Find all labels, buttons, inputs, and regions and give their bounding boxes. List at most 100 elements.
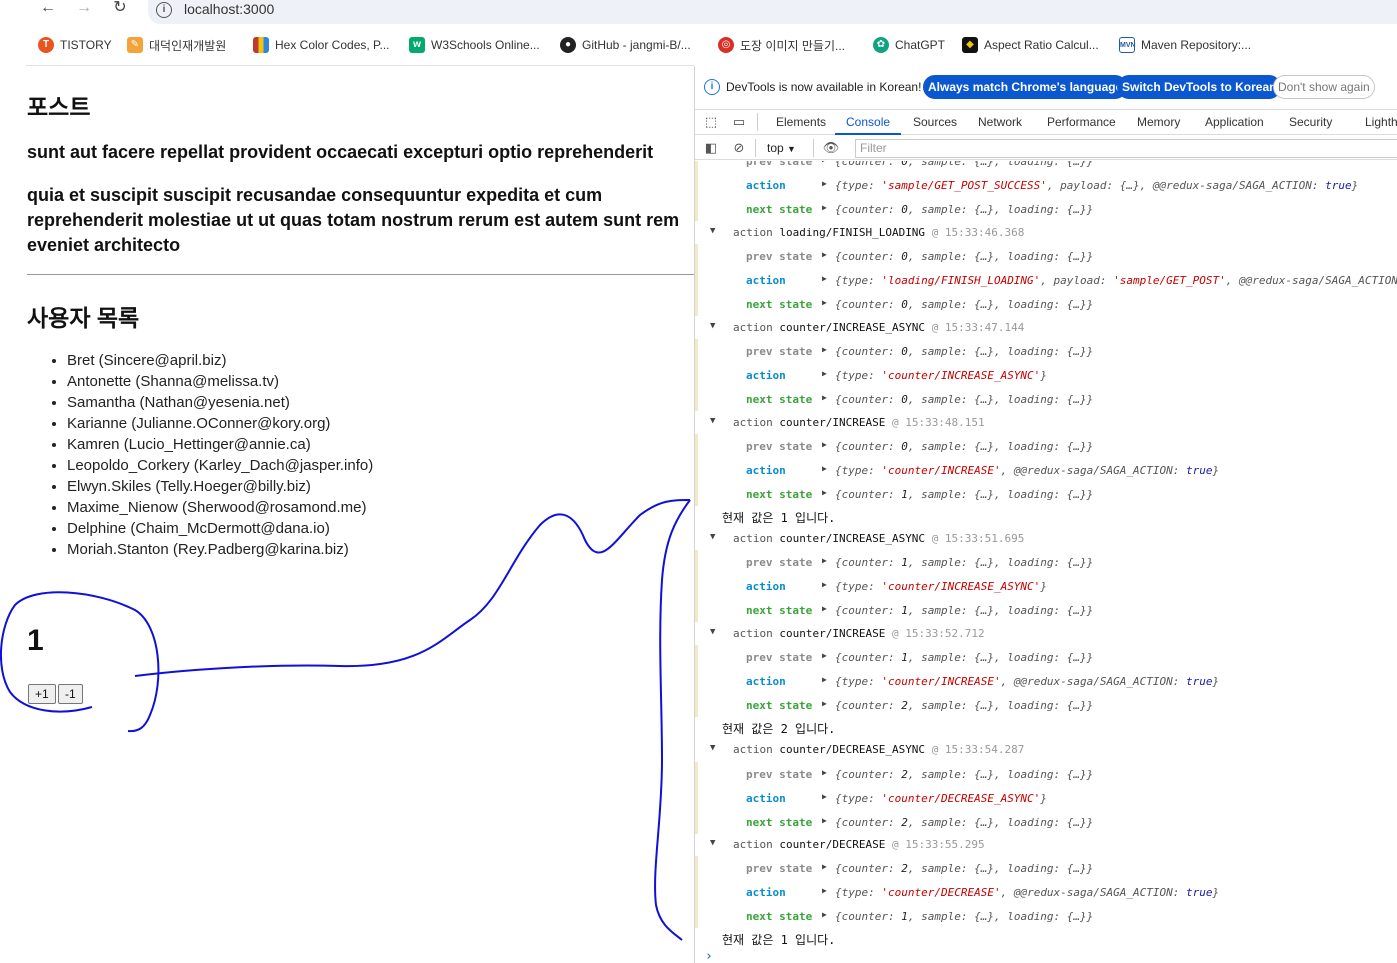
expand-triangle-icon[interactable]: ▶ xyxy=(822,203,827,212)
caret-down-icon[interactable]: ▼ xyxy=(710,743,715,753)
state-object[interactable]: {counter: 0, sample: {…}, loading: {…}} xyxy=(835,203,1093,216)
bookmark-tistory[interactable]: T TISTORY xyxy=(38,36,112,54)
console-group-header[interactable]: ▼ action counter/INCREASE_ASYNC @ 15:33:… xyxy=(695,316,1397,339)
expand-triangle-icon[interactable]: ▶ xyxy=(822,699,827,708)
expand-triangle-icon[interactable]: ▶ xyxy=(822,298,827,307)
address-bar[interactable]: i localhost:3000 xyxy=(148,0,1397,24)
expand-triangle-icon[interactable]: ▶ xyxy=(822,886,827,895)
state-object[interactable]: {counter: 2, sample: {…}, loading: {…}} xyxy=(835,862,1093,875)
state-object[interactable]: {counter: 1, sample: {…}, loading: {…}} xyxy=(835,488,1093,501)
bookmark-github[interactable]: ● GitHub - jangmi-B/... xyxy=(560,36,691,54)
increase-button[interactable]: +1 xyxy=(28,684,56,704)
bookmark-daedeok[interactable]: ✎ 대덕인재개발원 xyxy=(127,36,226,54)
action-object[interactable]: {type: 'sample/GET_POST_SUCCESS', payloa… xyxy=(835,179,1358,192)
console-filter-input[interactable]: Filter xyxy=(855,139,1397,158)
device-toolbar-icon[interactable]: ▭ xyxy=(731,115,747,129)
console-group-header[interactable]: ▼ action counter/INCREASE @ 15:33:52.712 xyxy=(695,622,1397,645)
action-object[interactable]: {type: 'counter/DECREASE', @@redux-saga/… xyxy=(835,886,1219,899)
state-object[interactable]: {counter: 0, sample: {…}, loading: {…}} xyxy=(835,393,1093,406)
caret-down-icon[interactable]: ▼ xyxy=(710,532,715,542)
console-group-header[interactable]: ▼ action counter/INCREASE_ASYNC @ 15:33:… xyxy=(695,527,1397,550)
bookmark-stamp[interactable]: ◎ 도장 이미지 만들기... xyxy=(718,36,845,54)
action-object[interactable]: {type: 'counter/INCREASE', @@redux-saga/… xyxy=(835,464,1219,477)
expand-triangle-icon[interactable]: ▶ xyxy=(822,651,827,660)
context-selector[interactable]: top ▼ xyxy=(767,141,796,155)
expand-triangle-icon[interactable]: ▶ xyxy=(822,345,827,354)
inspect-element-icon[interactable]: ⬚ xyxy=(703,115,719,129)
state-object[interactable]: {counter: 1, sample: {…}, loading: {…}} xyxy=(835,556,1093,569)
state-object[interactable]: {counter: 0, sample: {…}, loading: {…}} xyxy=(835,161,1093,168)
tab-sources[interactable]: Sources xyxy=(913,115,957,129)
tab-network[interactable]: Network xyxy=(978,115,1022,129)
tab-application[interactable]: Application xyxy=(1205,115,1264,129)
tab-console[interactable]: Console xyxy=(846,115,890,129)
tab-memory[interactable]: Memory xyxy=(1137,115,1180,129)
console-group-header[interactable]: ▼ action loading/FINISH_LOADING @ 15:33:… xyxy=(695,221,1397,244)
address-url[interactable]: localhost:3000 xyxy=(184,1,274,17)
expand-triangle-icon[interactable]: ▶ xyxy=(822,250,827,259)
caret-down-icon[interactable]: ▼ xyxy=(710,226,715,236)
state-object[interactable]: {counter: 2, sample: {…}, loading: {…}} xyxy=(835,816,1093,829)
action-object[interactable]: {type: 'counter/INCREASE', @@redux-saga/… xyxy=(835,675,1219,688)
state-object[interactable]: {counter: 0, sample: {…}, loading: {…}} xyxy=(835,440,1093,453)
console-group-header[interactable]: ▼ action counter/DECREASE_ASYNC @ 15:33:… xyxy=(695,738,1397,761)
expand-triangle-icon[interactable]: ▶ xyxy=(822,816,827,825)
caret-down-icon[interactable]: ▼ xyxy=(710,838,715,848)
expand-triangle-icon[interactable]: ▶ xyxy=(822,768,827,777)
console-group-header[interactable]: ▼ action counter/INCREASE @ 15:33:48.151 xyxy=(695,411,1397,434)
sidebar-toggle-icon[interactable]: ◧ xyxy=(703,140,719,156)
expand-triangle-icon[interactable]: ▶ xyxy=(822,604,827,613)
action-object[interactable]: {type: 'counter/INCREASE_ASYNC'} xyxy=(835,580,1047,593)
switch-to-korean-button[interactable]: Switch DevTools to Korean xyxy=(1117,75,1282,99)
state-object[interactable]: {counter: 0, sample: {…}, loading: {…}} xyxy=(835,345,1093,358)
state-object[interactable]: {counter: 1, sample: {…}, loading: {…}} xyxy=(835,910,1093,923)
tab-lighthouse[interactable]: Lighth xyxy=(1365,115,1397,129)
state-object[interactable]: {counter: 2, sample: {…}, loading: {…}} xyxy=(835,768,1093,781)
clear-console-icon[interactable]: ⊘ xyxy=(731,140,747,156)
expand-triangle-icon[interactable]: ▶ xyxy=(822,464,827,473)
expand-triangle-icon[interactable]: ▶ xyxy=(822,862,827,871)
expand-triangle-icon[interactable]: ▶ xyxy=(822,556,827,565)
state-object[interactable]: {counter: 2, sample: {…}, loading: {…}} xyxy=(835,699,1093,712)
action-object[interactable]: {type: 'counter/DECREASE_ASYNC'} xyxy=(835,792,1047,805)
expand-triangle-icon[interactable]: ▶ xyxy=(822,910,827,919)
tab-performance[interactable]: Performance xyxy=(1047,115,1116,129)
bookmark-hex-color[interactable]: Hex Color Codes, P... xyxy=(253,36,390,54)
caret-down-icon[interactable]: ▼ xyxy=(710,627,715,637)
expand-triangle-icon[interactable]: ▶ xyxy=(822,440,827,449)
bookmark-w3schools[interactable]: w W3Schools Online... xyxy=(409,36,540,54)
bookmark-chatgpt[interactable]: ✿ ChatGPT xyxy=(873,36,945,54)
console-prompt-icon[interactable]: › xyxy=(705,949,713,963)
reload-icon[interactable]: ↻ xyxy=(108,0,132,18)
expand-triangle-icon[interactable]: ▶ xyxy=(822,488,827,497)
tab-security[interactable]: Security xyxy=(1289,115,1332,129)
eye-icon[interactable]: 👁 xyxy=(821,140,841,156)
expand-triangle-icon[interactable]: ▶ xyxy=(822,179,827,188)
back-arrow-icon[interactable]: ← xyxy=(36,0,60,18)
expand-triangle-icon[interactable]: ▶ xyxy=(822,393,827,402)
forward-arrow-icon[interactable]: → xyxy=(72,0,96,18)
always-match-language-button[interactable]: Always match Chrome's language xyxy=(923,75,1128,99)
bookmark-aspect-ratio[interactable]: ◆ Aspect Ratio Calcul... xyxy=(962,36,1099,54)
caret-down-icon[interactable]: ▼ xyxy=(710,416,715,426)
state-object[interactable]: {counter: 1, sample: {…}, loading: {…}} xyxy=(835,604,1093,617)
state-object[interactable]: {counter: 0, sample: {…}, loading: {…}} xyxy=(835,250,1093,263)
action-object[interactable]: {type: 'loading/FINISH_LOADING', payload… xyxy=(835,274,1397,287)
state-object[interactable]: {counter: 1, sample: {…}, loading: {…}} xyxy=(835,651,1093,664)
site-info-icon[interactable]: i xyxy=(156,2,172,18)
decrease-button[interactable]: -1 xyxy=(58,684,83,704)
state-object[interactable]: {counter: 0, sample: {…}, loading: {…}} xyxy=(835,298,1093,311)
expand-triangle-icon[interactable]: ▶ xyxy=(822,161,827,164)
bookmark-maven[interactable]: MVN Maven Repository:... xyxy=(1119,36,1251,54)
console-group-header[interactable]: ▼ action counter/DECREASE @ 15:33:55.295 xyxy=(695,833,1397,856)
group-action-name: counter/DECREASE_ASYNC xyxy=(779,743,926,756)
expand-triangle-icon[interactable]: ▶ xyxy=(822,274,827,283)
tab-elements[interactable]: Elements xyxy=(776,115,826,129)
expand-triangle-icon[interactable]: ▶ xyxy=(822,369,827,378)
expand-triangle-icon[interactable]: ▶ xyxy=(822,580,827,589)
dont-show-again-button[interactable]: Don't show again xyxy=(1273,75,1375,99)
expand-triangle-icon[interactable]: ▶ xyxy=(822,792,827,801)
action-object[interactable]: {type: 'counter/INCREASE_ASYNC'} xyxy=(835,369,1047,382)
caret-down-icon[interactable]: ▼ xyxy=(710,321,715,331)
expand-triangle-icon[interactable]: ▶ xyxy=(822,675,827,684)
